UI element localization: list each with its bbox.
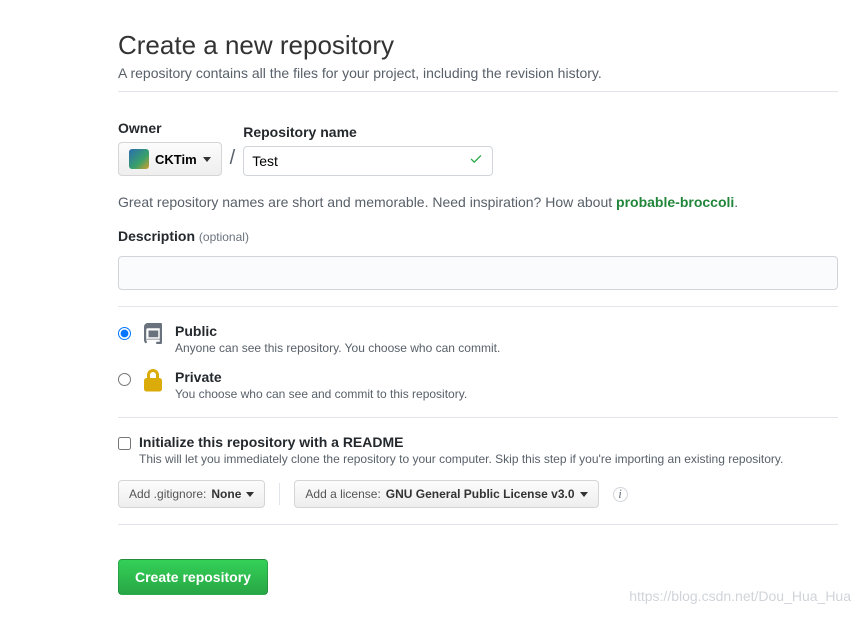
owner-label: Owner (118, 120, 222, 136)
private-sub: You choose who can see and commit to thi… (175, 387, 467, 401)
public-title: Public (175, 323, 500, 339)
avatar (129, 149, 149, 169)
public-radio[interactable] (118, 327, 131, 340)
divider (118, 524, 838, 525)
chevron-down-icon (580, 492, 588, 497)
description-label: Description (optional) (118, 228, 838, 244)
chevron-down-icon (246, 492, 254, 497)
private-title: Private (175, 369, 467, 385)
divider (118, 417, 838, 418)
check-icon (469, 153, 483, 170)
init-readme-title: Initialize this repository with a README (139, 434, 783, 450)
lock-icon (141, 369, 165, 393)
license-select-button[interactable]: Add a license: GNU General Public Licens… (294, 480, 598, 508)
page-title: Create a new repository (118, 30, 838, 61)
gitignore-select-button[interactable]: Add .gitignore: None (118, 480, 265, 508)
divider (279, 483, 280, 505)
repo-name-label: Repository name (243, 124, 493, 140)
init-readme-sub: This will let you immediately clone the … (139, 452, 783, 466)
description-input[interactable] (118, 256, 838, 290)
repo-name-input[interactable] (243, 146, 493, 176)
page-subtitle: A repository contains all the files for … (118, 65, 838, 92)
chevron-down-icon (203, 157, 211, 162)
name-hint: Great repository names are short and mem… (118, 194, 838, 210)
divider (118, 306, 838, 307)
owner-name: CKTim (155, 152, 197, 167)
suggested-name-link[interactable]: probable-broccoli (616, 194, 734, 210)
create-repository-button[interactable]: Create repository (118, 559, 268, 595)
repo-icon (141, 323, 165, 347)
public-sub: Anyone can see this repository. You choo… (175, 341, 500, 355)
private-radio[interactable] (118, 373, 131, 386)
info-icon[interactable]: i (613, 487, 628, 502)
watermark: https://blog.csdn.net/Dou_Hua_Hua (629, 588, 851, 604)
owner-select-button[interactable]: CKTim (118, 142, 222, 176)
init-readme-checkbox[interactable] (118, 437, 131, 450)
slash-separator: / (230, 147, 236, 176)
